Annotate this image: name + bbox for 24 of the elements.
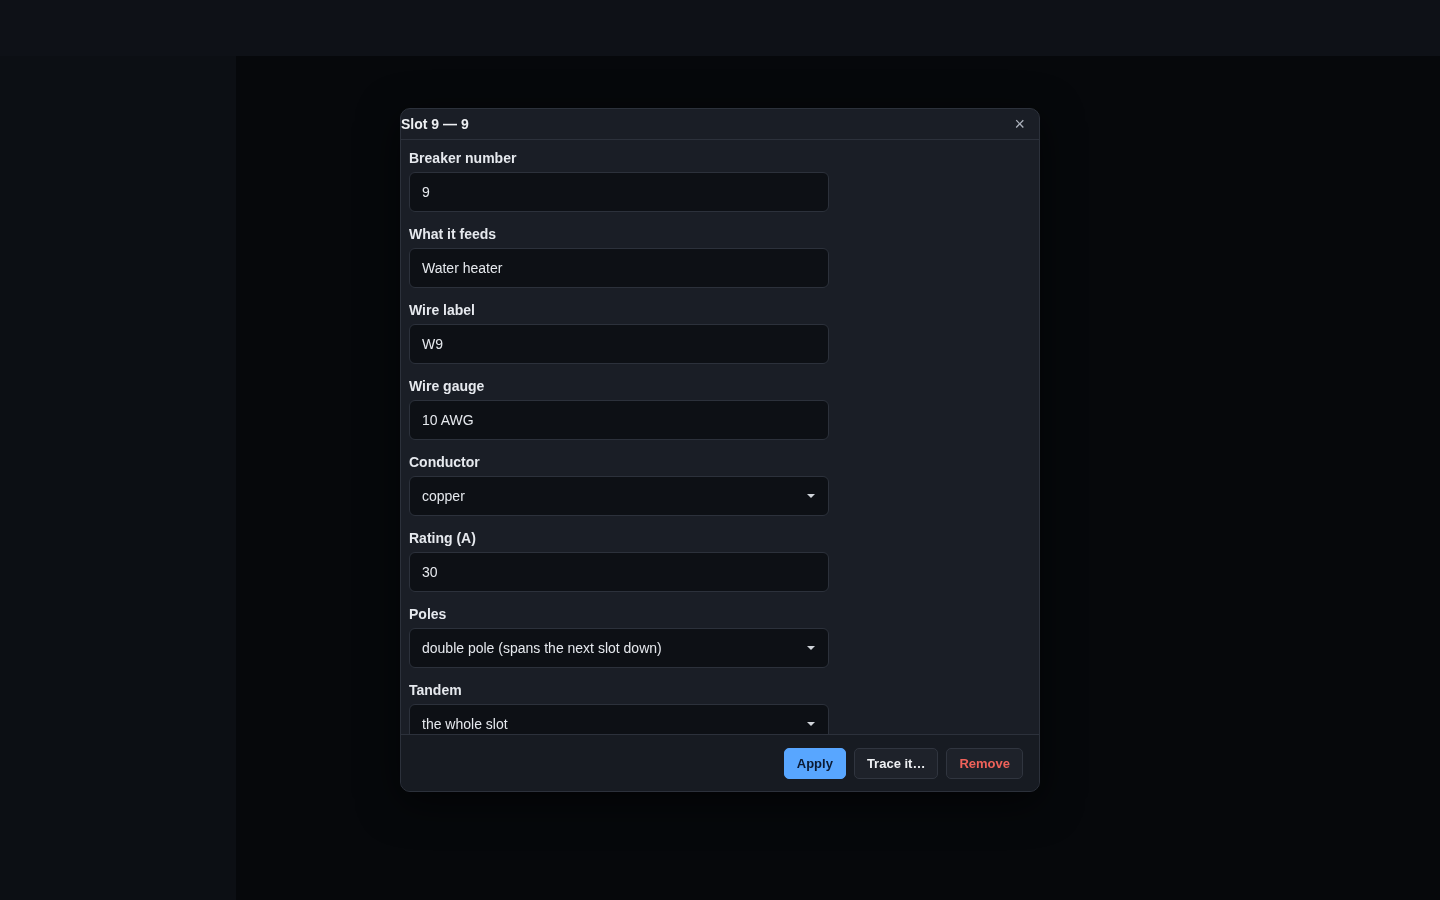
input-field[interactable]: Water heater — [409, 248, 829, 288]
dialog-button[interactable]: Apply — [783, 747, 846, 779]
field-label: Breaker number — [409, 150, 517, 166]
field-label: Wire gauge — [409, 378, 485, 394]
input-field[interactable]: W9 — [409, 324, 829, 364]
dialog-title: Slot 9 — 9 — [401, 116, 469, 132]
input-field[interactable]: 10 AWG — [409, 400, 829, 440]
field-label: Conductor — [409, 454, 480, 470]
field-label: Wire label — [409, 302, 475, 318]
input-field[interactable]: 9 — [409, 172, 829, 212]
close-button[interactable]: × — [1008, 113, 1031, 135]
field-label: What it feeds — [409, 226, 497, 242]
caret-icon — [806, 645, 816, 651]
dialog-button[interactable]: Remove — [946, 747, 1023, 779]
input-field[interactable]: 30 — [409, 552, 829, 592]
field-label: Tandem — [409, 682, 462, 698]
dropdown-field[interactable]: double pole (spans the next slot down) — [409, 628, 829, 668]
dialog-button[interactable]: Trace it… — [853, 747, 939, 779]
field-label: Poles — [409, 606, 447, 622]
dropdown-field[interactable]: copper — [409, 476, 829, 516]
field-label: Rating (A) — [409, 530, 476, 546]
caret-icon — [806, 721, 816, 727]
dropdown-field[interactable]: the whole slot — [409, 704, 829, 734]
caret-icon — [806, 493, 816, 499]
